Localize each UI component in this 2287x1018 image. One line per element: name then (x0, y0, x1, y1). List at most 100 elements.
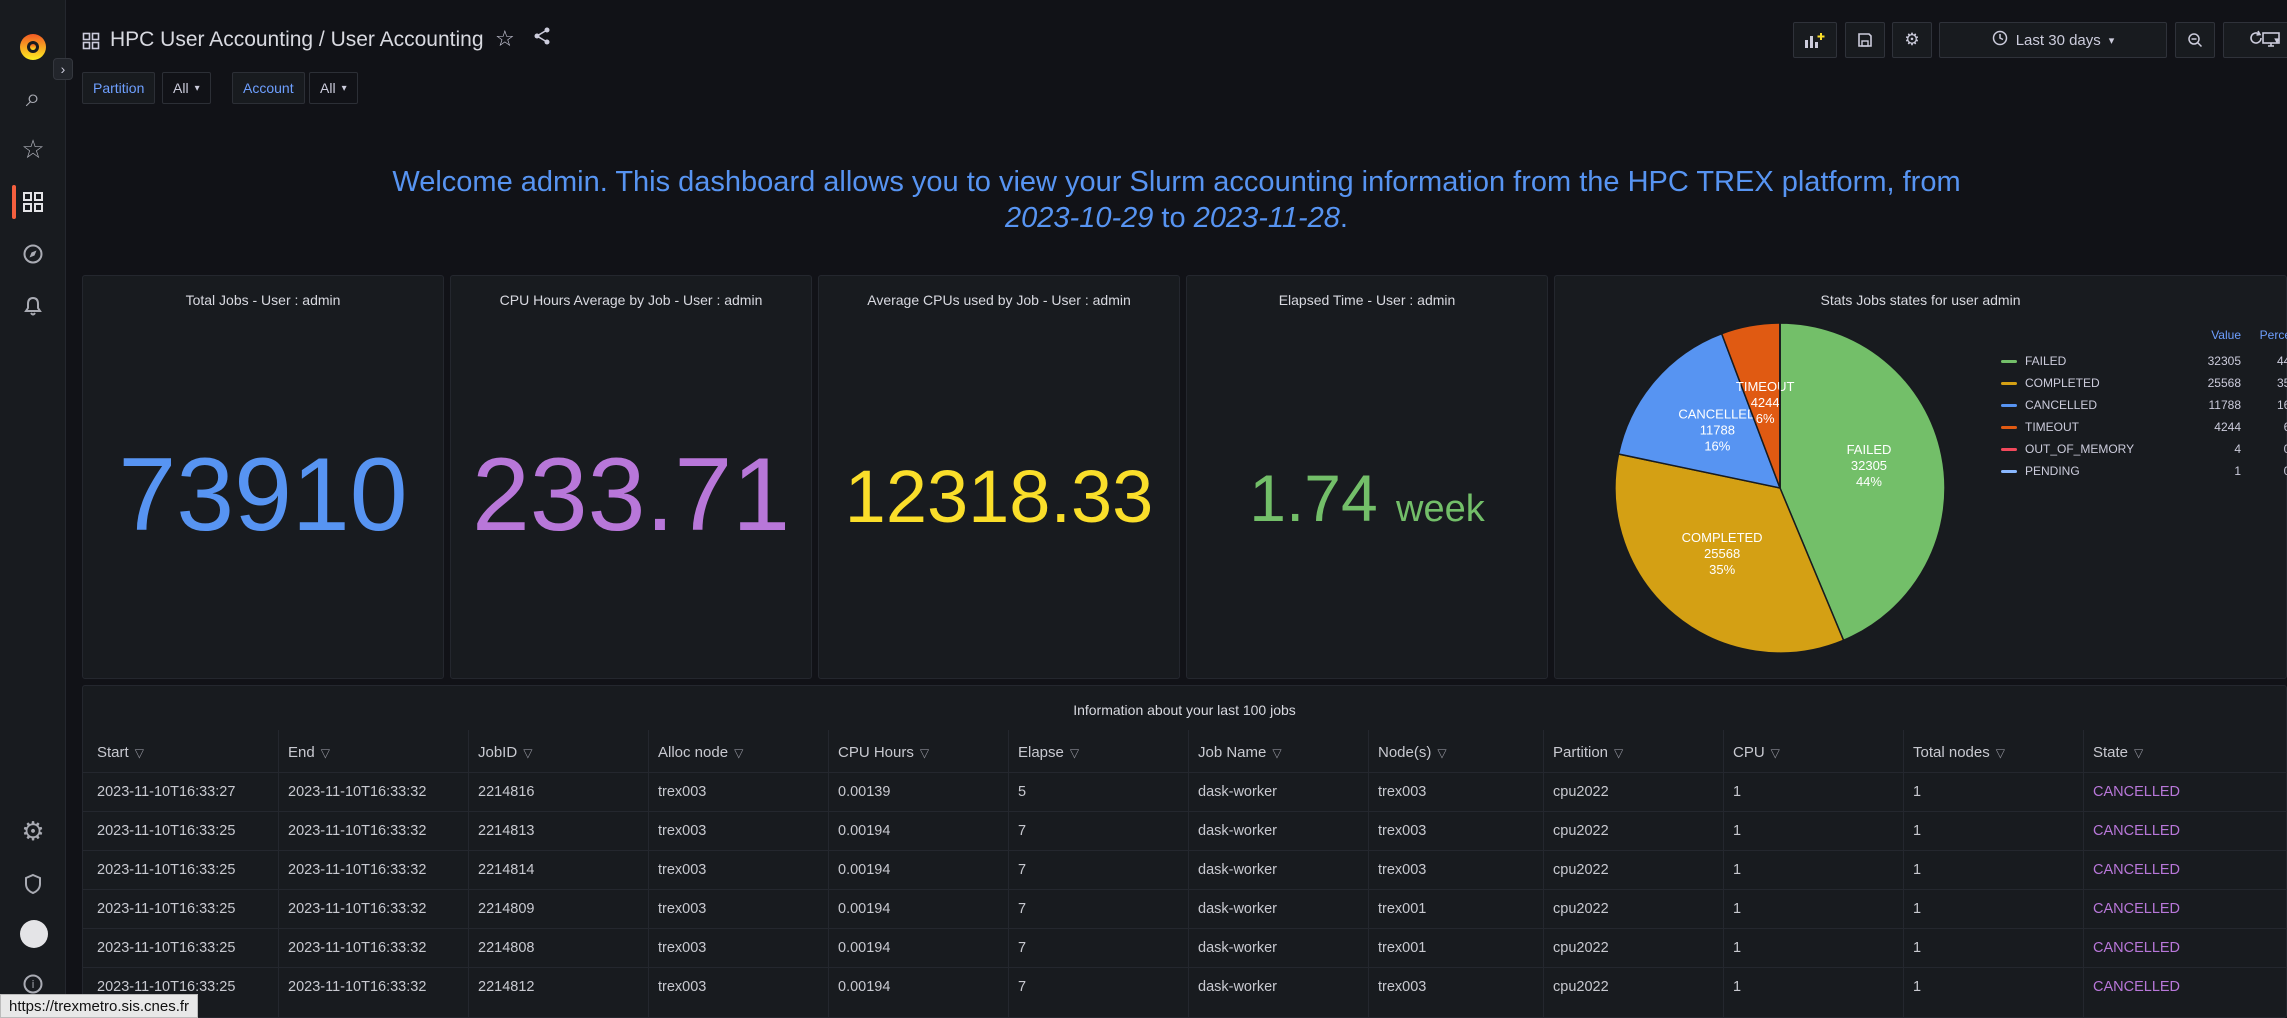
table-cell: cpu2022 (1553, 940, 1609, 956)
alerting-bell-icon[interactable] (13, 286, 53, 326)
legend-item-cancelled[interactable]: CANCELLED 11788 16% (1995, 394, 2287, 416)
legend-swatch (2001, 359, 2017, 363)
legend-item-timeout[interactable]: TIMEOUT 4244 6% (1995, 416, 2287, 438)
pie-slice-label: COMPLETED (1682, 530, 1763, 545)
column-header-start[interactable]: Start ▽ (97, 744, 144, 761)
clock-icon (1992, 30, 2008, 50)
legend-header-percent: Percent (2259, 328, 2287, 342)
table-cell: 2023-11-10T16:33:25 (97, 940, 236, 956)
column-header-total-nodes[interactable]: Total nodes ▽ (1913, 744, 2005, 761)
column-filter-icon[interactable]: ▽ (1614, 746, 1623, 760)
dashboard-topbar: HPC User Accounting / User Accounting ☆ … (66, 0, 2287, 104)
dashboard-grid-icon (82, 30, 100, 56)
legend-name: FAILED (2025, 354, 2067, 368)
legend-item-pending[interactable]: PENDING 1 0% (1995, 460, 2287, 482)
column-header-cpu[interactable]: CPU ▽ (1733, 744, 1780, 761)
legend-swatch (2001, 469, 2017, 473)
legend-percent: 16% (2276, 398, 2287, 412)
expand-menu-button[interactable]: › (53, 58, 73, 80)
table-row[interactable]: 2023-11-10T16:33:25 2023-11-10T16:33:32 22… (83, 850, 2287, 889)
stat-panel-elapsed-time[interactable]: Elapsed Time - User : admin 1.74 week (1186, 275, 1548, 679)
stat-panel-average-cpus[interactable]: Average CPUs used by Job - User : admin … (818, 275, 1180, 679)
dashboard-breadcrumb[interactable]: HPC User Accounting / User Accounting (110, 28, 484, 52)
legend-percent: 0% (2284, 464, 2287, 478)
column-filter-icon[interactable]: ▽ (2134, 746, 2143, 760)
pie-slice-label: FAILED (1847, 442, 1892, 457)
table-row[interactable]: 2023-11-10T16:33:25 2023-11-10T16:33:32 22… (83, 889, 2287, 928)
sidebar: › ⌕ ☆ ⚙ i (0, 0, 73, 1018)
table-cell: 0.00194 (838, 979, 891, 995)
column-filter-icon[interactable]: ▽ (1771, 746, 1780, 760)
stat-number: 12318.33 (844, 455, 1154, 538)
user-avatar[interactable] (20, 920, 48, 948)
table-cell: trex003 (658, 784, 707, 800)
legend-item-failed[interactable]: FAILED 32305 44% (1995, 350, 2287, 372)
table-cell: 2214816 (478, 784, 535, 800)
column-header-job-name[interactable]: Job Name ▽ (1198, 744, 1282, 761)
table-cell: 1 (1733, 979, 1742, 995)
variable-account-select[interactable]: All ▾ (309, 72, 358, 104)
table-cell: 1 (1913, 940, 1922, 956)
table-row[interactable]: 2023-11-10T16:33:27 2023-11-10T16:33:32 22… (83, 772, 2287, 811)
chevron-down-icon: ▾ (341, 82, 347, 94)
dashboard-settings-gear-icon[interactable]: ⚙ (1892, 22, 1932, 58)
table-row[interactable]: 2023-11-10T16:33:25 2023-11-10T16:33:32 22… (83, 928, 2287, 967)
add-panel-button[interactable] (1793, 22, 1837, 58)
dashboards-icon[interactable] (13, 182, 53, 222)
legend-item-out-of-memory[interactable]: OUT_OF_MEMORY 4 0% (1995, 438, 2287, 460)
table-cell: dask-worker (1198, 784, 1277, 800)
column-filter-icon[interactable]: ▽ (1272, 746, 1281, 760)
stat-value: 12318.33 (819, 454, 1179, 539)
column-filter-icon[interactable]: ▽ (135, 746, 144, 760)
column-filter-icon[interactable]: ▽ (920, 746, 929, 760)
column-header-node-s[interactable]: Node(s) ▽ (1378, 744, 1447, 761)
panel-title: Total Jobs - User : admin (185, 292, 341, 308)
mark-favorite-star-icon[interactable]: ☆ (495, 26, 515, 52)
search-icon[interactable]: ⌕ (13, 78, 53, 118)
table-cell: 2214813 (478, 823, 535, 839)
chevron-down-icon: ▾ (2108, 34, 2115, 47)
legend-item-completed[interactable]: COMPLETED 25568 35% (1995, 372, 2287, 394)
settings-gear-icon[interactable]: ⚙ (13, 812, 53, 852)
column-filter-icon[interactable]: ▽ (321, 746, 330, 760)
legend-value: 4 (2234, 442, 2241, 456)
zoom-out-time-range-icon[interactable] (2175, 22, 2215, 58)
table-row[interactable]: 2023-11-10T16:33:25 2023-11-10T16:33:32 22… (83, 967, 2287, 1006)
column-filter-icon[interactable]: ▽ (1437, 746, 1446, 760)
table-cell: dask-worker (1198, 940, 1277, 956)
column-header-elapse[interactable]: Elapse ▽ (1018, 744, 1079, 761)
table-panel-last-jobs[interactable]: Information about your last 100 jobs Sta… (82, 685, 2287, 1018)
table-row[interactable]: 2023-11-10T16:33:25 2023-11-10T16:33:32 22… (83, 811, 2287, 850)
table-cell: trex001 (1378, 901, 1427, 917)
column-header-label: CPU (1733, 744, 1765, 761)
table-cell: trex003 (658, 862, 707, 878)
column-filter-icon[interactable]: ▽ (734, 746, 743, 760)
column-filter-icon[interactable]: ▽ (1070, 746, 1079, 760)
grafana-logo-icon[interactable] (15, 28, 51, 64)
column-header-state[interactable]: State ▽ (2093, 744, 2143, 761)
shield-icon[interactable] (13, 864, 53, 904)
explore-icon[interactable] (13, 234, 53, 274)
legend-name: TIMEOUT (2025, 420, 2079, 434)
variable-partition-select[interactable]: All ▾ (162, 72, 211, 104)
time-range-picker[interactable]: Last 30 days ▾ (1939, 22, 2167, 58)
table-cell: 2214808 (478, 940, 535, 956)
tv-mode-monitor-icon[interactable] (2257, 22, 2285, 58)
column-filter-icon[interactable]: ▽ (523, 746, 532, 760)
column-filter-icon[interactable]: ▽ (1996, 746, 2005, 760)
table-cell: 2023-11-10T16:33:32 (288, 940, 427, 956)
pie-chart-panel-job-states[interactable]: Stats Jobs states for user admin FAILED 3… (1554, 275, 2287, 679)
column-header-partition[interactable]: Partition ▽ (1553, 744, 1623, 761)
table-cell: 2023-11-10T16:33:32 (288, 979, 427, 995)
pie-slice-label: CANCELLED (1678, 406, 1756, 421)
column-header-end[interactable]: End ▽ (288, 744, 330, 761)
stat-panel-total-jobs[interactable]: Total Jobs - User : admin 73910 (82, 275, 444, 679)
column-header-alloc-node[interactable]: Alloc node ▽ (658, 744, 743, 761)
stat-panel-cpu-hours-average[interactable]: CPU Hours Average by Job - User : admin … (450, 275, 812, 679)
column-header-jobid[interactable]: JobID ▽ (478, 744, 532, 761)
column-header-cpu-hours[interactable]: CPU Hours ▽ (838, 744, 929, 761)
table-cell: 0.00139 (838, 784, 891, 800)
save-dashboard-icon[interactable] (1845, 22, 1885, 58)
share-dashboard-icon[interactable] (532, 26, 552, 52)
starred-icon[interactable]: ☆ (13, 130, 53, 170)
